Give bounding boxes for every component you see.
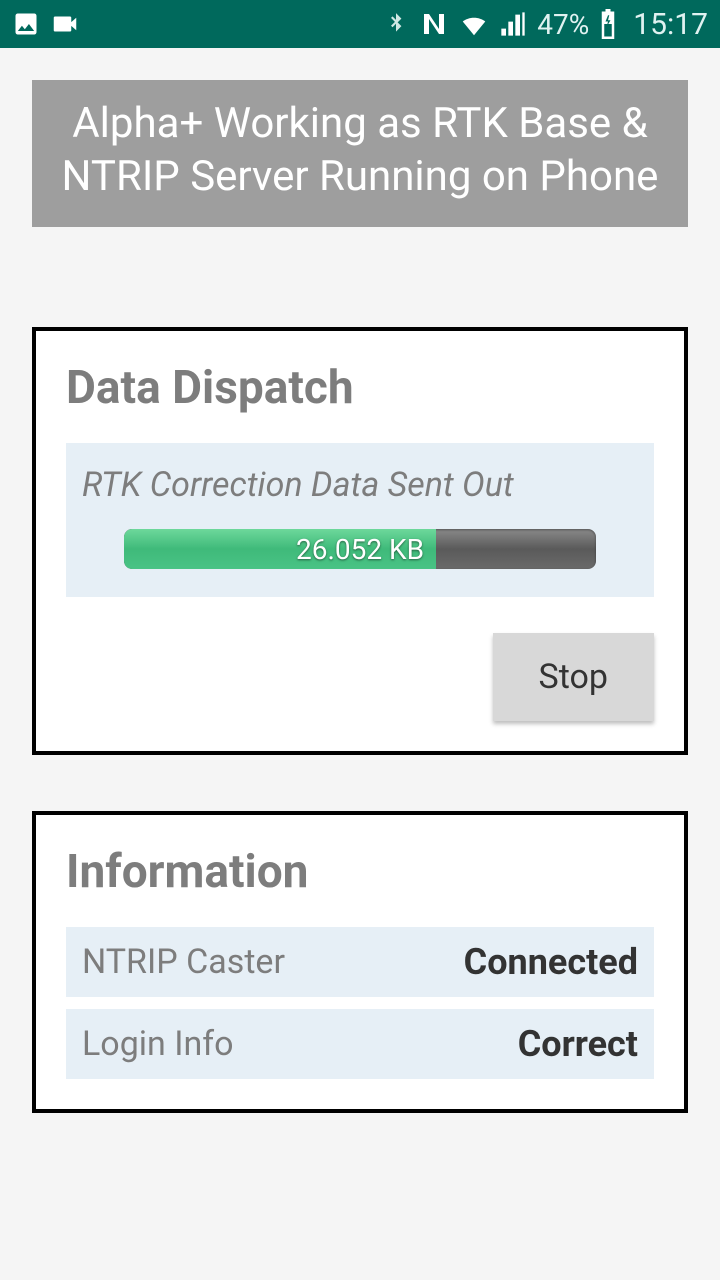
wifi-icon <box>459 9 489 39</box>
page-title-banner: Alpha+ Working as RTK Base & NTRIP Serve… <box>32 80 688 227</box>
page-title: Alpha+ Working as RTK Base & NTRIP Serve… <box>62 99 659 201</box>
info-label: NTRIP Caster <box>82 942 285 982</box>
data-progress-label: 26.052 KB <box>124 529 596 569</box>
status-left <box>12 9 80 39</box>
status-bar: 47% 15:17 <box>0 0 720 48</box>
battery-percent: 47% <box>537 8 589 41</box>
bluetooth-icon <box>383 11 409 37</box>
data-dispatch-card: Data Dispatch RTK Correction Data Sent O… <box>32 327 688 755</box>
info-value: Correct <box>518 1023 638 1065</box>
information-card: Information NTRIP Caster Connected Login… <box>32 811 688 1113</box>
info-value: Connected <box>464 941 638 983</box>
signal-icon <box>499 10 527 38</box>
info-label: Login Info <box>82 1024 234 1064</box>
data-progress-bar: 26.052 KB <box>124 529 596 569</box>
n-letter-icon <box>419 9 449 39</box>
stop-button[interactable]: Stop <box>493 633 654 721</box>
clock-time: 15:17 <box>633 7 708 42</box>
battery-icon <box>599 9 617 39</box>
information-heading: Information <box>66 845 654 899</box>
info-row-ntrip-caster: NTRIP Caster Connected <box>66 927 654 997</box>
status-right: 47% 15:17 <box>383 7 708 42</box>
video-icon <box>50 9 80 39</box>
data-dispatch-block: RTK Correction Data Sent Out 26.052 KB <box>66 443 654 597</box>
data-dispatch-subtitle: RTK Correction Data Sent Out <box>78 465 642 505</box>
image-icon <box>12 10 40 38</box>
data-dispatch-heading: Data Dispatch <box>66 361 654 415</box>
info-row-login-info: Login Info Correct <box>66 1009 654 1079</box>
